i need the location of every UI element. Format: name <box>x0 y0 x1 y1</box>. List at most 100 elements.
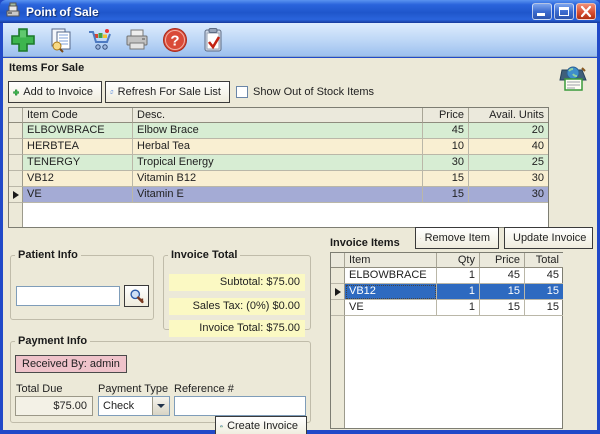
col-item-code[interactable]: Item Code <box>23 108 133 123</box>
cell-desc[interactable]: Herbal Tea <box>133 139 423 155</box>
cell-item-code[interactable]: ELBOWBRACE <box>23 123 133 139</box>
cell-price[interactable]: 45 <box>480 268 525 284</box>
remove-item-button[interactable]: Remove Item <box>415 227 499 249</box>
cell-desc[interactable]: Tropical Energy <box>133 155 423 171</box>
refresh-for-sale-label: Refresh For Sale List <box>114 86 225 98</box>
window-title: Point of Sale <box>26 5 530 19</box>
clipboard-check-icon <box>199 26 227 54</box>
cell-desc[interactable]: Elbow Brace <box>133 123 423 139</box>
invoice-items-title: Invoice Items <box>330 237 400 249</box>
cell-avail-units[interactable]: 40 <box>469 139 548 155</box>
refresh-for-sale-button[interactable]: Refresh For Sale List <box>105 81 230 103</box>
row-selector[interactable] <box>9 171 23 187</box>
payment-info-group: Payment Info Received By: admin Total Du… <box>10 335 311 423</box>
cell-price[interactable]: 15 <box>480 300 525 316</box>
cell-total[interactable]: 15 <box>525 284 563 300</box>
maximize-button[interactable] <box>554 3 574 20</box>
cell-avail-units[interactable]: 30 <box>469 187 548 203</box>
new-button[interactable] <box>9 26 37 54</box>
table-row[interactable]: HERBTEA Herbal Tea 10 40 <box>9 139 548 155</box>
show-out-of-stock-label: Show Out of Stock Items <box>253 86 374 98</box>
cell-price[interactable]: 30 <box>423 155 469 171</box>
cell-item-code[interactable]: HERBTEA <box>23 139 133 155</box>
cell-total[interactable]: 45 <box>525 268 563 284</box>
table-row[interactable]: TENERGY Tropical Energy 30 25 <box>9 155 548 171</box>
print-button[interactable] <box>123 26 151 54</box>
svg-text:?: ? <box>170 32 179 49</box>
cell-item-code[interactable]: VB12 <box>23 171 133 187</box>
row-selector-current[interactable] <box>9 187 23 203</box>
cell-price[interactable]: 10 <box>423 139 469 155</box>
cell-qty[interactable]: 1 <box>437 284 480 300</box>
shopping-cart-icon <box>85 26 113 54</box>
cell-item[interactable]: ELBOWBRACE <box>345 268 437 284</box>
cell-price[interactable]: 15 <box>423 187 469 203</box>
table-row[interactable]: ELBOWBRACE Elbow Brace 45 20 <box>9 123 548 139</box>
table-row[interactable]: VB12 Vitamin B12 15 30 <box>9 171 548 187</box>
reference-input[interactable] <box>174 396 306 416</box>
row-selector[interactable] <box>9 155 23 171</box>
col-total[interactable]: Total <box>525 253 563 268</box>
close-button[interactable] <box>576 3 596 20</box>
table-row[interactable]: VE 1 15 15 <box>331 300 562 316</box>
row-selector[interactable] <box>331 268 345 284</box>
point-of-sale-button[interactable] <box>85 26 113 54</box>
received-by-badge: Received By: admin <box>15 355 127 373</box>
cell-desc[interactable]: Vitamin E <box>133 187 423 203</box>
cell-avail-units[interactable]: 25 <box>469 155 548 171</box>
total-due-label: Total Due <box>16 383 62 395</box>
table-row[interactable]: ELBOWBRACE 1 45 45 <box>331 268 562 284</box>
titlebar: Point of Sale <box>0 0 600 23</box>
printer-icon <box>123 26 151 54</box>
selector-filler <box>9 203 23 227</box>
col-avail-units[interactable]: Avail. Units <box>469 108 548 123</box>
cell-item-code[interactable]: TENERGY <box>23 155 133 171</box>
row-selector[interactable] <box>9 123 23 139</box>
view-invoices-button[interactable] <box>47 26 75 54</box>
cell-item[interactable]: VE <box>345 300 437 316</box>
cell-qty[interactable]: 1 <box>437 300 480 316</box>
col-desc[interactable]: Desc. <box>133 108 423 123</box>
help-icon: ? <box>161 26 189 54</box>
grid-empty-area <box>331 316 562 428</box>
cell-item-code[interactable]: VE <box>23 187 133 203</box>
update-invoice-button[interactable]: Update Invoice <box>504 227 593 249</box>
minimize-button[interactable] <box>532 3 552 20</box>
col-price[interactable]: Price <box>480 253 525 268</box>
cell-price[interactable]: 45 <box>423 123 469 139</box>
payment-info-title: Payment Info <box>15 335 90 347</box>
dropdown-button[interactable] <box>152 397 169 415</box>
row-selector[interactable] <box>9 139 23 155</box>
cell-item[interactable]: VB12 <box>345 284 437 300</box>
add-to-invoice-button[interactable]: Add to Invoice <box>8 81 102 103</box>
row-selector-current[interactable] <box>331 284 345 300</box>
sales-tax-value: Sales Tax: (0%) $0.00 <box>169 298 305 315</box>
sale-terminal-icon <box>556 62 590 99</box>
reference-label: Reference # <box>174 383 234 395</box>
cell-desc[interactable]: Vitamin B12 <box>133 171 423 187</box>
cell-avail-units[interactable]: 30 <box>469 171 548 187</box>
cell-total[interactable]: 15 <box>525 300 563 316</box>
selector-filler <box>331 316 345 428</box>
create-invoice-button[interactable]: Create Invoice <box>215 416 307 434</box>
cell-price[interactable]: 15 <box>423 171 469 187</box>
row-selector[interactable] <box>331 300 345 316</box>
add-to-invoice-label: Add to Invoice <box>19 86 97 98</box>
reports-button[interactable] <box>199 26 227 54</box>
col-price[interactable]: Price <box>423 108 469 123</box>
payment-type-select[interactable]: Check <box>98 396 170 416</box>
col-item[interactable]: Item <box>345 253 437 268</box>
col-qty[interactable]: Qty <box>437 253 480 268</box>
cell-avail-units[interactable]: 20 <box>469 123 548 139</box>
table-row-selected[interactable]: VB12 1 15 15 <box>331 284 562 300</box>
items-for-sale-grid: Item Code Desc. Price Avail. Units ELBOW… <box>8 107 549 228</box>
table-row-selected[interactable]: VE Vitamin E 15 30 <box>9 187 548 203</box>
cell-qty[interactable]: 1 <box>437 268 480 284</box>
show-out-of-stock-checkbox[interactable] <box>236 86 248 98</box>
patient-search-button[interactable] <box>124 285 149 307</box>
patient-search-input[interactable] <box>16 286 120 306</box>
cell-price[interactable]: 15 <box>480 284 525 300</box>
help-button[interactable]: ? <box>161 26 189 54</box>
patient-info-group: Patient Info <box>10 249 154 320</box>
update-invoice-label: Update Invoice <box>509 232 590 244</box>
